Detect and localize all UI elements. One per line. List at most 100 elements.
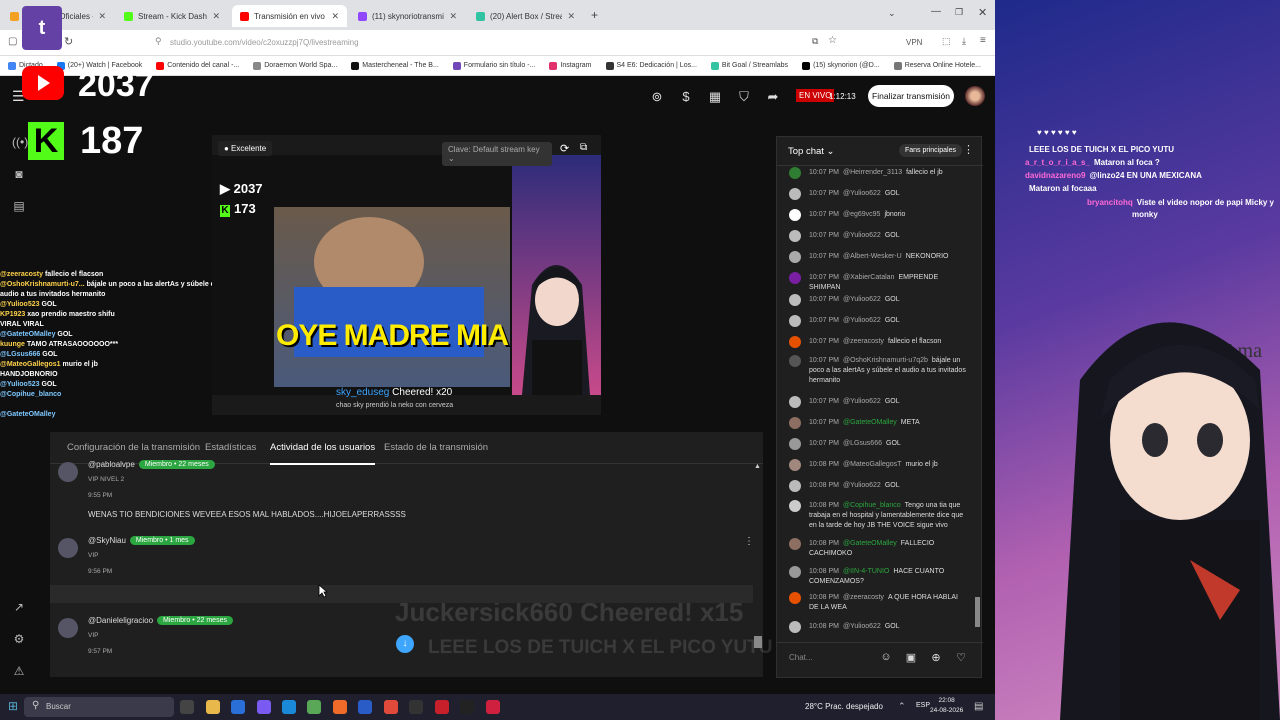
vpn-badge[interactable]: VPN [906, 38, 922, 47]
chat-username[interactable]: @XabierCatalan [843, 274, 894, 281]
browser-tab[interactable]: (11) skynoriotransmisiones - Tw ✕ [350, 5, 465, 27]
screenshot-icon[interactable]: ⧉ [812, 36, 818, 47]
exit-icon[interactable]: ↗ [12, 600, 26, 614]
avatar[interactable] [58, 618, 78, 638]
chat-username[interactable]: @Yulioo622 [843, 398, 881, 405]
windows-start-icon[interactable]: ⊞ [8, 699, 18, 713]
bookmark-star-icon[interactable]: ☆ [828, 35, 837, 46]
sticker-icon[interactable]: ▣ [904, 651, 918, 665]
menu-icon[interactable]: ≡ [980, 35, 986, 46]
chat-username[interactable]: @MateoGallegosT [843, 461, 901, 468]
bookmark-item[interactable]: Reserva Online Hotele... [893, 61, 981, 70]
camera-icon[interactable]: ◙ [12, 167, 26, 181]
app-icon[interactable] [307, 700, 321, 714]
minimize-icon[interactable]: — [931, 6, 941, 17]
calendar-icon[interactable]: ▤ [12, 199, 26, 213]
language-indicator[interactable]: ESP [916, 702, 930, 709]
avatar[interactable] [789, 355, 801, 367]
avatar[interactable] [789, 592, 801, 604]
chrome-icon[interactable] [384, 700, 398, 714]
url-field[interactable]: studio.youtube.com/video/c2oxuzzpj7Q/liv… [170, 38, 359, 47]
avatar[interactable] [789, 167, 801, 179]
browser-tab[interactable]: (20) Alert Box / Streamlabs ✕ [468, 5, 583, 27]
bookmark-item[interactable]: Contenido del canal -... [156, 61, 239, 70]
weather-widget[interactable]: 28°C Prac. despejado [805, 702, 883, 711]
file-explorer-icon[interactable] [206, 700, 220, 714]
chat-username[interactable]: @Yulioo622 [843, 296, 881, 303]
firefox-icon[interactable] [333, 700, 347, 714]
stream-key-select[interactable]: Clave: Default stream key ⌄ [442, 142, 552, 166]
stream-preview[interactable]: ▶ 2037 K 173 OYE MADRE MIA sky_eduseg Che… [212, 135, 601, 415]
avatar[interactable] [789, 230, 801, 242]
maximize-icon[interactable]: ❐ [955, 7, 963, 18]
bookmark-item[interactable]: Doraemon World Spa... [253, 61, 337, 70]
tab-user-activity[interactable]: Actividad de los usuarios [270, 442, 376, 465]
word-icon[interactable] [358, 700, 372, 714]
close-tab-icon[interactable]: ✕ [98, 11, 106, 22]
chat-username[interactable]: @LGsus666 [843, 440, 882, 447]
heart-icon[interactable]: ♡ [954, 651, 968, 665]
avatar[interactable] [789, 272, 801, 284]
share-icon[interactable]: ➦ [766, 90, 780, 104]
close-tab-icon[interactable]: ✕ [212, 11, 220, 22]
chat-username[interactable]: @Yulioo622 [843, 317, 881, 324]
chat-username[interactable]: @Albert-Wesker-U [843, 253, 902, 260]
system-clock[interactable]: 22:08 24-08-2026 [930, 696, 963, 716]
activity-username[interactable]: @Danieleligracioo Miembro • 22 meses [88, 616, 233, 626]
live-broadcast-icon[interactable]: ((•)) [12, 135, 32, 149]
avatar[interactable] [58, 462, 78, 482]
refresh-icon[interactable]: ⟳ [560, 142, 576, 158]
avatar[interactable] [789, 500, 801, 512]
end-stream-button[interactable]: Finalizar transmisión [868, 85, 954, 107]
new-tab-button[interactable]: + [591, 8, 598, 22]
feedback-icon[interactable]: ⚠ [12, 664, 26, 678]
chat-username[interactable]: @Yulioo622 [843, 190, 881, 197]
discord-icon[interactable] [257, 700, 271, 714]
activity-username[interactable]: @pabloalvpe Miembro • 22 meses [88, 460, 215, 470]
external-link-icon[interactable]: ⧉ [580, 142, 596, 158]
avatar[interactable] [789, 251, 801, 263]
account-avatar[interactable] [965, 86, 985, 106]
close-window-icon[interactable]: ✕ [978, 6, 987, 19]
avatar[interactable] [789, 188, 801, 200]
app-red-icon[interactable] [486, 700, 500, 714]
bookmark-item[interactable]: Instagram [549, 61, 592, 70]
taskbar-search[interactable]: Buscar [24, 697, 174, 717]
avatar[interactable] [789, 209, 801, 221]
chat-username[interactable]: @Heirrender_3113 [843, 169, 902, 176]
scrollbar-thumb[interactable] [754, 636, 762, 648]
chat-username[interactable]: @eg69vc95 [843, 211, 880, 218]
settings-gear-icon[interactable]: ⚙ [12, 632, 26, 646]
vscode-icon[interactable] [231, 700, 245, 714]
chat-options-icon[interactable]: ⋮ [963, 143, 974, 156]
super-chat-icon[interactable]: ⊕ [929, 651, 943, 665]
scroll-down-button[interactable]: ↓ [396, 635, 414, 653]
chat-username[interactable]: @zeeracosty [843, 338, 884, 345]
tab-stream-settings[interactable]: Configuración de la transmisión [67, 442, 200, 453]
clip-icon[interactable]: ▦ [708, 90, 722, 104]
close-tab-icon[interactable]: ✕ [331, 11, 339, 22]
tiktok-icon[interactable] [460, 700, 474, 714]
close-tab-icon[interactable]: ✕ [449, 11, 457, 22]
chat-input[interactable]: Chat... [789, 653, 813, 662]
avatar[interactable] [789, 459, 801, 471]
save-icon[interactable]: ⛉ [737, 90, 751, 104]
chat-username[interactable]: @Yulioo622 [843, 623, 881, 630]
tray-chevron-icon[interactable]: ⌃ [898, 701, 906, 712]
edge-icon[interactable] [282, 700, 296, 714]
avatar[interactable] [789, 294, 801, 306]
site-info-icon[interactable]: ⚲ [155, 36, 162, 47]
chat-username[interactable]: @zeeracosty [843, 594, 884, 601]
chat-username[interactable]: @GateteOMalley [843, 540, 897, 547]
avatar[interactable] [789, 417, 801, 429]
tab-stream-health[interactable]: Estado de la transmisión [384, 442, 488, 453]
sidebar-toggle-icon[interactable]: ▢ [8, 36, 17, 47]
bookmark-item[interactable]: S4 E6: Dedicación | Los... [605, 61, 697, 70]
close-tab-icon[interactable]: ✕ [567, 11, 575, 22]
chat-mode-selector[interactable]: Top chat ⌄ [788, 146, 835, 157]
activity-username[interactable]: @SkyNiau Miembro • 1 mes [88, 536, 195, 546]
stream-health-icon[interactable]: ⊚ [650, 90, 664, 104]
avatar[interactable] [789, 566, 801, 578]
avatar[interactable] [789, 480, 801, 492]
top-fans-button[interactable]: Fans principales [899, 144, 962, 157]
